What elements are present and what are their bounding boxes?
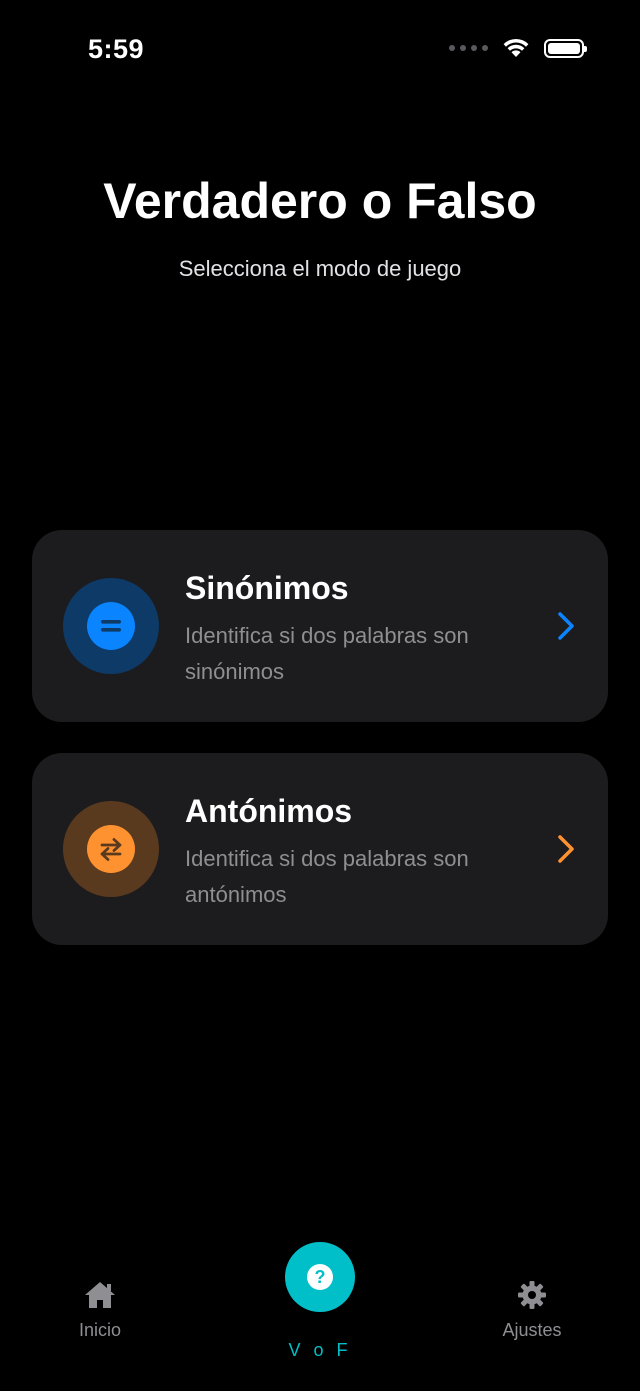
- status-indicators: [449, 38, 587, 58]
- tab-true-false[interactable]: ? V o F: [276, 1242, 364, 1361]
- tab-true-false-label: V o F: [288, 1340, 352, 1360]
- equals-icon: [101, 620, 121, 632]
- chevron-right-icon: [558, 612, 574, 640]
- status-time: 5:59: [88, 34, 145, 64]
- mode-card-description: Identifica si dos palabras son antónimos: [185, 846, 469, 907]
- synonyms-icon-badge: [63, 578, 159, 674]
- mode-card-synonyms[interactable]: Sinónimos Identifica si dos palabras son…: [32, 530, 608, 722]
- tab-settings-label: Ajustes: [502, 1320, 562, 1340]
- mode-card-description: Identifica si dos palabras son sinónimos: [185, 623, 469, 684]
- antonyms-icon-badge: [63, 801, 159, 897]
- true-false-tab-button[interactable]: ?: [285, 1242, 355, 1312]
- wifi-icon: [503, 38, 529, 57]
- gear-icon: [518, 1281, 546, 1309]
- swap-arrows-icon: [100, 838, 122, 861]
- tab-home-label: Inicio: [78, 1320, 122, 1340]
- chevron-right-icon: [558, 835, 574, 863]
- mode-card-title: Sinónimos: [185, 570, 349, 606]
- cellular-signal-icon: [449, 45, 488, 51]
- tab-settings[interactable]: Ajustes: [492, 1280, 572, 1341]
- battery-icon: [544, 38, 587, 58]
- status-bar: 5:59: [0, 0, 640, 100]
- question-mark-icon: ?: [307, 1264, 333, 1290]
- tab-bar: Inicio ? V o F Ajustes: [0, 1230, 640, 1391]
- page-title: Verdadero o Falso: [103, 173, 537, 229]
- page-subtitle: Selecciona el modo de juego: [178, 256, 462, 281]
- mode-card-title: Antónimos: [185, 793, 353, 829]
- mode-card-antonyms[interactable]: Antónimos Identifica si dos palabras son…: [32, 753, 608, 945]
- home-icon: [85, 1282, 115, 1308]
- tab-home[interactable]: Inicio: [60, 1280, 140, 1341]
